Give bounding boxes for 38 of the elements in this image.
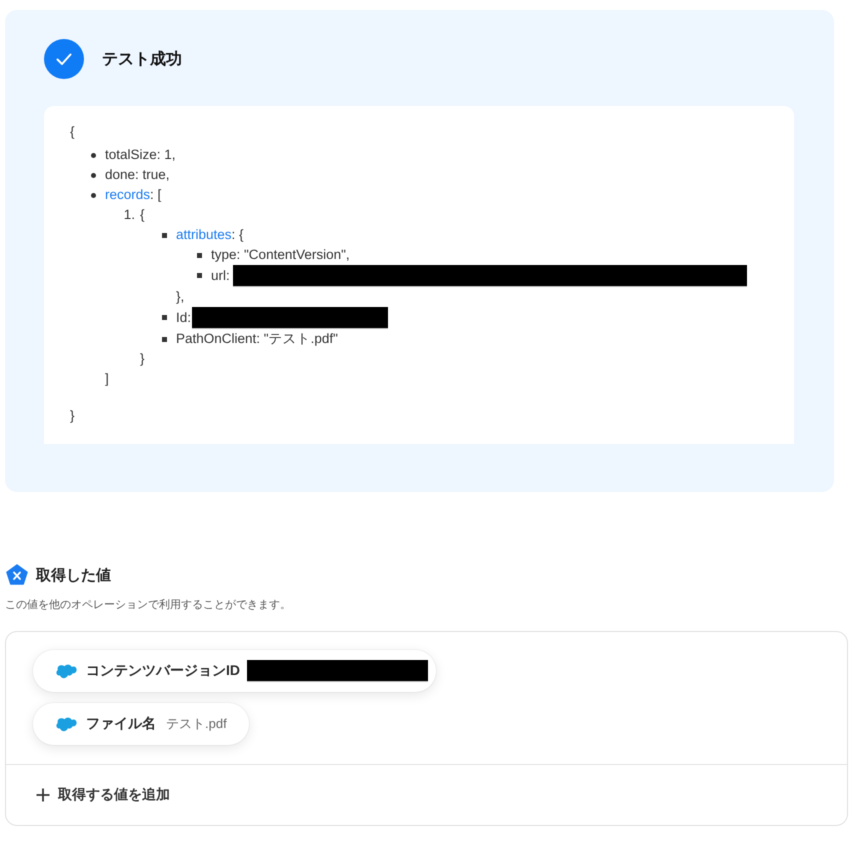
- bullet-icon: [91, 152, 96, 158]
- chip-value: テスト.pdf: [166, 715, 227, 733]
- code-text: PathOnClient: "テスト.pdf": [176, 330, 338, 348]
- code-text: url:: [211, 267, 230, 285]
- code-text: : [: [150, 186, 162, 204]
- code-text: ]: [105, 370, 109, 388]
- list-number: 1.: [124, 206, 135, 224]
- code-text: }: [140, 350, 145, 368]
- bullet-icon: [197, 272, 202, 278]
- code-text: type: "ContentVersion",: [211, 246, 350, 264]
- code-text: done: true,: [105, 166, 170, 184]
- code-text: }: [70, 407, 75, 425]
- code-text: : {: [232, 226, 244, 244]
- bullet-icon: [91, 172, 96, 178]
- value-chip[interactable]: コンテンツバージョンID: [33, 650, 436, 692]
- cloud-icon: [56, 664, 77, 678]
- code-text: },: [176, 288, 184, 306]
- bullet-icon: [162, 336, 167, 342]
- result-title: テスト成功: [102, 50, 182, 70]
- cloud-icon: [56, 716, 77, 732]
- bullet-icon: [197, 252, 202, 258]
- code-text: Id:: [176, 309, 192, 327]
- section-title: 取得した値: [36, 566, 111, 584]
- key-link[interactable]: attributes: [176, 225, 232, 245]
- variable-icon: [6, 564, 28, 586]
- key-link[interactable]: records: [105, 185, 150, 205]
- chip-label: コンテンツバージョンID: [86, 662, 240, 680]
- bullet-icon: [162, 232, 167, 238]
- bullet-icon: [91, 192, 96, 198]
- code-text: totalSize: 1,: [105, 146, 176, 164]
- add-value-button[interactable]: 取得する値を追加: [36, 786, 170, 804]
- bullet-icon: [162, 314, 167, 320]
- section-description: この値を他のオペレーションで利用することができます。: [5, 598, 292, 613]
- code-text: {: [70, 123, 75, 141]
- value-chip[interactable]: ファイル名 テスト.pdf: [33, 703, 249, 745]
- chip-label: ファイル名: [86, 715, 156, 733]
- plus-icon: [36, 788, 50, 802]
- code-text: {: [140, 206, 145, 224]
